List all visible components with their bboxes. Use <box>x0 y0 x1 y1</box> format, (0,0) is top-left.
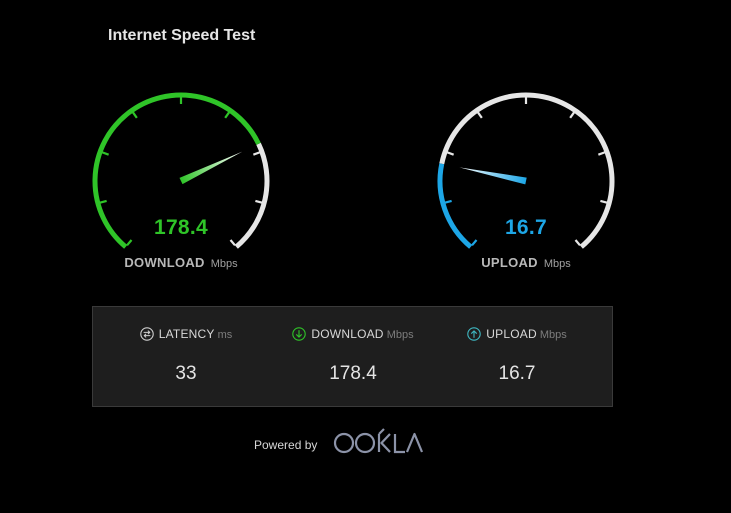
upload-gauge-tick <box>597 151 606 156</box>
upload-gauge-tick <box>446 151 455 156</box>
upload-gauge: 16.7 UPLOAD Mbps <box>431 88 621 273</box>
download-gauge-tick <box>224 111 231 119</box>
latency-unit: ms <box>217 329 233 341</box>
upload-gauge-caption: UPLOAD Mbps <box>431 254 621 272</box>
upload-gauge-tick <box>471 239 478 247</box>
download-metric: DOWNLOAD Mbps 178.4 <box>266 307 440 406</box>
latency-value: 33 <box>175 363 197 384</box>
download-gauge-needle <box>179 151 243 185</box>
download-gauge-tick <box>126 239 133 247</box>
download-header: DOWNLOAD Mbps <box>266 327 440 341</box>
powered-by-text: Powered by <box>254 438 318 452</box>
download-gauge-caption: DOWNLOAD Mbps <box>86 254 276 272</box>
download-gauge-tick <box>252 151 261 156</box>
results-panel: LATENCY ms 33 DOWNLOAD Mbps 178.4 UPLOAD Mb… <box>92 306 613 407</box>
ookla-logo <box>333 428 424 454</box>
download-gauge-tick <box>131 111 138 119</box>
upload-gauge-value: 16.7 <box>504 216 548 239</box>
download-gauge-label: DOWNLOAD <box>124 255 205 270</box>
upload-gauge-tick <box>600 199 608 204</box>
download-gauge-unit: Mbps <box>210 258 238 270</box>
latency-metric: LATENCY ms 33 <box>99 307 273 406</box>
upload-arrow-icon <box>467 327 482 341</box>
latency-header: LATENCY ms <box>99 327 273 341</box>
upload-gauge-dial <box>437 92 615 249</box>
upload-gauge-unit: Mbps <box>543 258 571 270</box>
upload-label: UPLOAD <box>486 327 537 341</box>
download-label: DOWNLOAD <box>311 327 384 341</box>
download-gauge-tick <box>99 199 107 204</box>
download-gauge-dial <box>92 92 270 249</box>
download-gauge: 178.4 DOWNLOAD Mbps <box>86 88 276 273</box>
upload-gauge-tick <box>569 111 576 119</box>
upload-gauge-label: UPLOAD <box>481 255 538 270</box>
upload-value: 16.7 <box>498 363 536 384</box>
download-arrow-icon <box>292 327 307 341</box>
download-value: 178.4 <box>329 363 377 384</box>
download-gauge-tick <box>101 151 110 156</box>
upload-gauge-needle <box>459 167 527 185</box>
upload-metric: UPLOAD Mbps 16.7 <box>430 307 604 406</box>
download-unit: Mbps <box>386 329 414 341</box>
upload-gauge-tick <box>444 199 452 204</box>
latency-label: LATENCY <box>158 327 215 341</box>
swap-arrows-icon <box>139 327 154 341</box>
upload-unit: Mbps <box>539 329 567 341</box>
upload-gauge-tick <box>476 111 483 119</box>
download-gauge-value: 178.4 <box>153 216 209 239</box>
upload-gauge-tick <box>574 239 581 247</box>
download-gauge-tick <box>229 239 236 247</box>
download-gauge-tick <box>255 199 263 204</box>
upload-header: UPLOAD Mbps <box>430 327 604 341</box>
page-title: Internet Speed Test <box>108 27 256 44</box>
